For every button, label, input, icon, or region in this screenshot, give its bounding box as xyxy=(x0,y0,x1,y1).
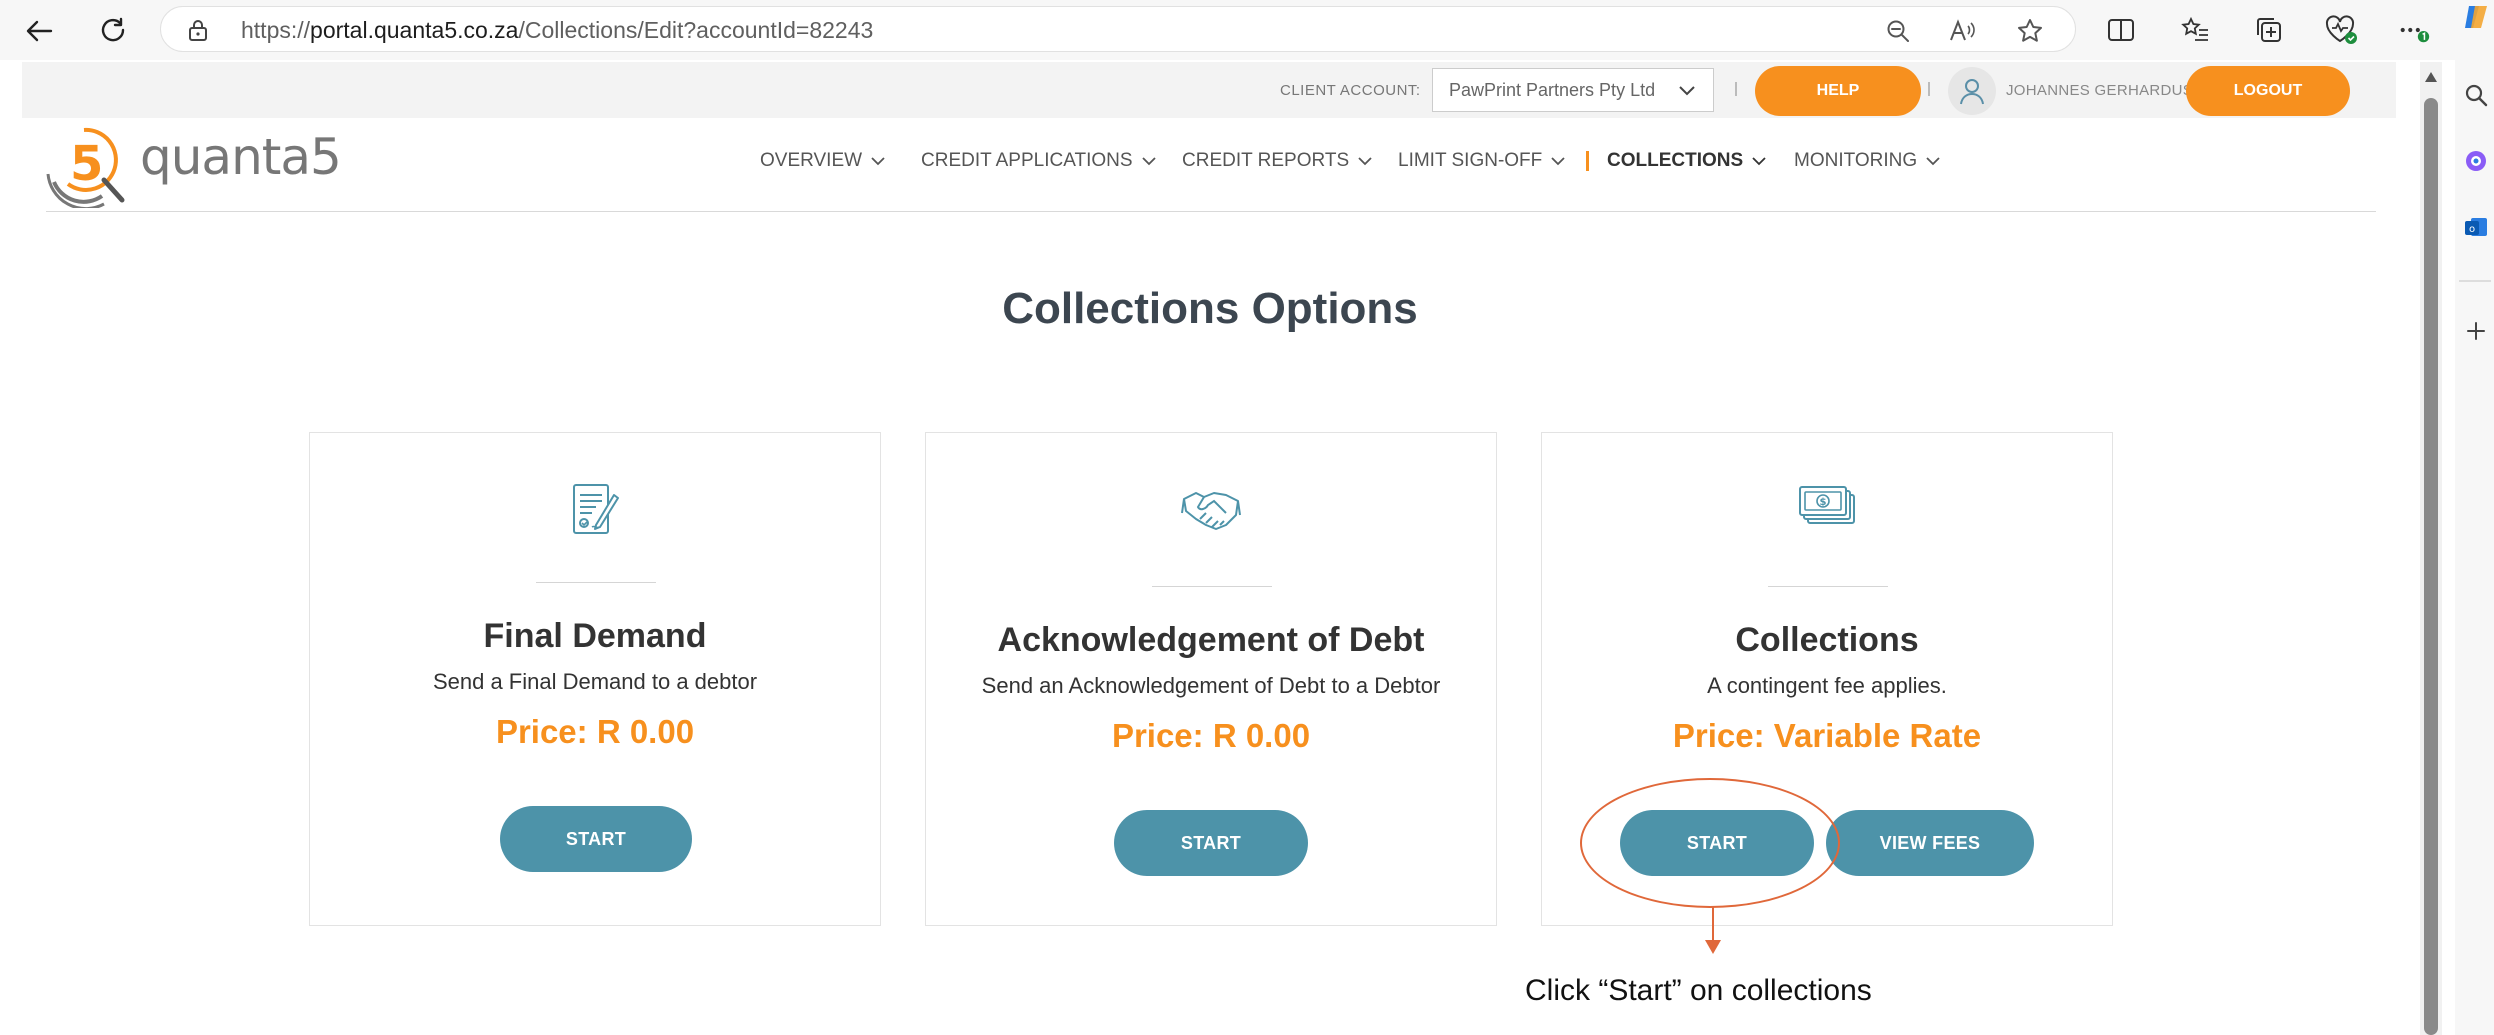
chevron-down-icon xyxy=(1358,157,1372,166)
handshake-icon xyxy=(926,481,1496,539)
nav-item-label: MONITORING xyxy=(1794,150,1918,171)
refresh-icon[interactable] xyxy=(90,8,136,54)
browser-essentials-icon[interactable] xyxy=(2324,13,2358,47)
client-account-label: CLIENT ACCOUNT: xyxy=(1280,82,1421,99)
client-account-select[interactable]: PawPrint Partners Pty Ltd xyxy=(1432,68,1714,112)
page-scrollbar[interactable] xyxy=(2420,62,2442,1035)
add-icon[interactable] xyxy=(2461,316,2491,346)
card-title: Acknowledgement of Debt xyxy=(997,621,1425,659)
scroll-up-icon[interactable] xyxy=(2425,72,2437,82)
nav-divider xyxy=(46,211,2376,212)
help-button[interactable]: HELP xyxy=(1755,66,1921,116)
shopping-icon[interactable] xyxy=(2461,146,2491,176)
separator xyxy=(1928,82,1930,96)
final-demand-start-button[interactable]: START xyxy=(500,806,692,872)
chevron-down-icon xyxy=(1926,157,1940,166)
nav-item-label: CREDIT APPLICATIONS xyxy=(921,150,1133,171)
svg-text:$: $ xyxy=(1820,497,1827,508)
nav-item-collections[interactable]: COLLECTIONS xyxy=(1586,150,1767,172)
more-options-icon[interactable] xyxy=(2398,13,2432,47)
card-title: Collections xyxy=(1735,621,1919,659)
acknowledgement-of-debt-card: Acknowledgement of Debt Send an Acknowle… xyxy=(925,432,1497,926)
client-account-value: PawPrint Partners Pty Ltd xyxy=(1449,80,1656,100)
logout-button[interactable]: LOGOUT xyxy=(2186,66,2350,116)
nav-item-overview[interactable]: OVERVIEW xyxy=(760,150,886,172)
card-price: Price: R 0.00 xyxy=(1111,717,1311,754)
favorites-icon[interactable] xyxy=(2178,13,2212,47)
nav-item-label: OVERVIEW xyxy=(760,150,863,171)
lock-icon[interactable] xyxy=(187,18,209,47)
nav-item-monitoring[interactable]: MONITORING xyxy=(1794,150,1941,172)
annotation-text: Click “Start” on collections xyxy=(1525,974,1872,1007)
card-divider xyxy=(1152,586,1272,587)
acknowledgement-start-button[interactable]: START xyxy=(1114,810,1308,876)
card-divider xyxy=(536,582,656,583)
read-aloud-icon[interactable] xyxy=(1947,16,1977,46)
card-price: Price: R 0.00 xyxy=(495,713,695,750)
user-icon xyxy=(1960,79,1984,105)
card-description: Send an Acknowledgement of Debt to a Deb… xyxy=(981,673,1441,698)
nav-item-label: CREDIT REPORTS xyxy=(1182,150,1350,171)
chevron-down-icon xyxy=(871,157,885,166)
url-text[interactable]: https://portal.quanta5.co.za/Collections… xyxy=(241,17,873,44)
account-bar: CLIENT ACCOUNT: PawPrint Partners Pty Lt… xyxy=(22,62,2396,118)
split-screen-icon[interactable] xyxy=(2104,13,2138,47)
portal-page: CLIENT ACCOUNT: PawPrint Partners Pty Lt… xyxy=(22,62,2396,1035)
annotation-arrow-line xyxy=(1712,906,1714,942)
nav-item-label: COLLECTIONS xyxy=(1607,150,1744,171)
card-price: Price: Variable Rate xyxy=(1672,717,1982,754)
favorite-star-icon[interactable] xyxy=(2015,16,2045,46)
card-title: Final Demand xyxy=(483,617,707,655)
outlook-icon[interactable]: o xyxy=(2461,212,2491,242)
chevron-down-icon xyxy=(1752,157,1766,166)
back-icon[interactable] xyxy=(16,8,62,54)
card-description: Send a Final Demand to a debtor xyxy=(432,669,758,694)
main-nav: OVERVIEW CREDIT APPLICATIONS CREDIT REPO… xyxy=(22,150,2396,190)
nav-item-label: LIMIT SIGN-OFF xyxy=(1398,150,1543,171)
card-divider xyxy=(1768,586,1888,587)
zoom-icon[interactable] xyxy=(1883,16,1913,46)
avatar[interactable] xyxy=(1948,67,1996,115)
nav-item-limit-sign-off[interactable]: LIMIT SIGN-OFF xyxy=(1398,150,1566,172)
collections-icon[interactable] xyxy=(2252,13,2286,47)
nav-item-credit-reports[interactable]: CREDIT REPORTS xyxy=(1182,150,1373,172)
chevron-down-icon xyxy=(1551,157,1565,166)
final-demand-card: Final Demand Send a Final Demand to a de… xyxy=(309,432,881,926)
card-description: A contingent fee applies. xyxy=(1707,673,1947,698)
document-sign-icon xyxy=(310,481,880,539)
browser-toolbar: https://portal.quanta5.co.za/Collections… xyxy=(0,0,2494,60)
money-stack-icon: $ xyxy=(1542,481,2112,529)
page-title: Collections Options xyxy=(1002,284,1418,333)
search-icon[interactable] xyxy=(2461,80,2491,110)
address-bar[interactable]: https://portal.quanta5.co.za/Collections… xyxy=(160,6,2076,52)
active-indicator xyxy=(1586,151,1589,171)
annotation-arrow-head xyxy=(1705,940,1721,954)
svg-text:o: o xyxy=(2469,224,2475,235)
annotation-highlight-ellipse xyxy=(1580,778,1840,908)
scrollbar-thumb[interactable] xyxy=(2424,98,2438,1035)
separator xyxy=(1735,82,1737,96)
edge-sidebar: o xyxy=(2455,0,2494,1035)
chevron-down-icon xyxy=(1677,81,1697,102)
chevron-down-icon xyxy=(1141,157,1156,166)
nav-item-credit-applications[interactable]: CREDIT APPLICATIONS xyxy=(921,150,1157,172)
user-name: JOHANNES GERHARDUS xyxy=(2006,82,2194,99)
view-fees-button[interactable]: VIEW FEES xyxy=(1826,810,2034,876)
sidebar-divider xyxy=(2459,280,2491,282)
copilot-icon[interactable] xyxy=(2461,2,2491,32)
